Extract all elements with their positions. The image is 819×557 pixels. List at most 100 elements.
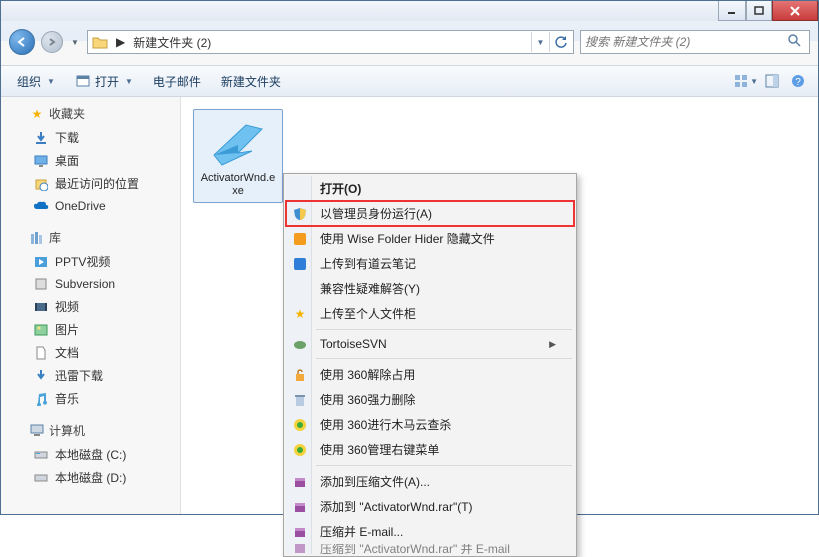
menu-separator	[316, 465, 572, 466]
download-icon	[33, 130, 49, 146]
sidebar-item-xunlei[interactable]: 迅雷下载	[1, 364, 180, 387]
menu-youdao[interactable]: 上传到有道云笔记	[286, 251, 574, 276]
sidebar-item-desktop[interactable]: 桌面	[1, 149, 180, 172]
file-item-selected[interactable]: ActivatorWnd.exe	[193, 109, 283, 203]
sidebar-item-videos[interactable]: 视频	[1, 295, 180, 318]
sidebar-item-drive-c[interactable]: 本地磁盘 (C:)	[1, 443, 180, 466]
folder-icon	[90, 32, 110, 52]
menu-compatibility[interactable]: 兼容性疑难解答(Y)	[286, 276, 574, 301]
music-icon	[33, 391, 49, 407]
sidebar-favorites-header[interactable]: ★ 收藏夹	[1, 101, 180, 126]
shield-icon	[292, 206, 308, 222]
sidebar-item-drive-d[interactable]: 本地磁盘 (D:)	[1, 466, 180, 489]
open-button[interactable]: 打开▼	[67, 69, 141, 94]
refresh-button[interactable]	[549, 32, 571, 52]
menu-wise-hide[interactable]: 使用 Wise Folder Hider 隐藏文件	[286, 226, 574, 251]
drive-icon	[33, 447, 49, 463]
menu-personal-cabinet[interactable]: ★ 上传至个人文件柜	[286, 301, 574, 326]
menu-tortoisesvn[interactable]: TortoiseSVN▶	[286, 333, 574, 355]
menu-run-as-admin[interactable]: 以管理员身份运行(A)	[286, 201, 574, 226]
menu-separator	[316, 358, 572, 359]
archive-icon	[292, 524, 308, 540]
title-bar	[1, 1, 818, 21]
address-dropdown[interactable]: ▼	[531, 32, 549, 52]
delete-icon	[292, 392, 308, 408]
menu-360-trojan-scan[interactable]: 使用 360进行木马云查杀	[286, 412, 574, 437]
menu-separator	[316, 329, 572, 330]
menu-add-to-rar[interactable]: 添加到 "ActivatorWnd.rar"(T)	[286, 494, 574, 519]
star-icon: ★	[292, 306, 308, 322]
subversion-icon	[33, 276, 49, 292]
minimize-button[interactable]	[718, 1, 746, 21]
file-label: ActivatorWnd.exe	[198, 172, 278, 198]
sidebar-item-onedrive[interactable]: OneDrive	[1, 195, 180, 217]
menu-compress-email[interactable]: 压缩并 E-mail...	[286, 519, 574, 544]
menu-360-unlock[interactable]: 使用 360解除占用	[286, 362, 574, 387]
sidebar-item-pictures[interactable]: 图片	[1, 318, 180, 341]
open-icon	[75, 73, 91, 89]
toolbar: 组织▼ 打开▼ 电子邮件 新建文件夹 ▼ ?	[1, 65, 818, 97]
organize-button[interactable]: 组织▼	[9, 69, 63, 94]
menu-360-manage-menu[interactable]: 使用 360管理右键菜单	[286, 437, 574, 462]
menu-add-archive[interactable]: 添加到压缩文件(A)...	[286, 469, 574, 494]
new-folder-button[interactable]: 新建文件夹	[213, 69, 289, 94]
view-mode-button[interactable]: ▼	[734, 69, 758, 93]
explorer-window: ▼ ▶ 新建文件夹 (2) ▼ 组织▼ 打开▼ 电子邮件 新建文件夹	[0, 0, 819, 515]
address-bar[interactable]: ▶ 新建文件夹 (2) ▼	[87, 30, 574, 54]
scan-icon	[292, 417, 308, 433]
recent-icon	[33, 176, 49, 192]
sidebar-item-documents[interactable]: 文档	[1, 341, 180, 364]
sidebar-favorites: ★ 收藏夹 下载 桌面 最近访问的位置 OneDrive	[1, 101, 180, 217]
star-icon: ★	[29, 106, 45, 122]
sidebar-item-pptv[interactable]: PPTV视频	[1, 250, 180, 273]
picture-icon	[33, 322, 49, 338]
app-icon	[207, 114, 269, 170]
youdao-icon	[292, 256, 308, 272]
sidebar-item-music[interactable]: 音乐	[1, 387, 180, 410]
sidebar-item-recent[interactable]: 最近访问的位置	[1, 172, 180, 195]
sidebar-item-subversion[interactable]: Subversion	[1, 273, 180, 295]
svg-text:?: ?	[795, 77, 801, 88]
unlock-icon	[292, 367, 308, 383]
search-box[interactable]	[580, 30, 810, 54]
maximize-button[interactable]	[746, 1, 772, 21]
menu-360-force-delete[interactable]: 使用 360强力删除	[286, 387, 574, 412]
email-button[interactable]: 电子邮件	[145, 69, 209, 94]
window-buttons	[718, 1, 818, 21]
close-button[interactable]	[772, 1, 818, 21]
preview-pane-button[interactable]	[760, 69, 784, 93]
sidebar-computer: 计算机 本地磁盘 (C:) 本地磁盘 (D:)	[1, 418, 180, 489]
nav-history-dropdown[interactable]: ▼	[69, 31, 81, 53]
download-icon	[33, 368, 49, 384]
search-icon	[787, 33, 805, 51]
navigation-row: ▼ ▶ 新建文件夹 (2) ▼	[9, 25, 810, 59]
tortoise-icon	[292, 336, 308, 352]
sidebar: ★ 收藏夹 下载 桌面 最近访问的位置 OneDrive 库 PPTV视频 Su…	[1, 97, 181, 514]
context-menu: 打开(O) 以管理员身份运行(A) 使用 Wise Folder Hider 隐…	[283, 173, 577, 557]
video-icon	[33, 254, 49, 270]
wise-icon	[292, 231, 308, 247]
search-input[interactable]	[585, 35, 787, 49]
video-icon	[33, 299, 49, 315]
archive-icon	[292, 474, 308, 490]
menu-manage-icon	[292, 442, 308, 458]
help-button[interactable]: ?	[786, 69, 810, 93]
breadcrumb-arrow[interactable]: ▶	[112, 31, 129, 53]
archive-icon	[292, 499, 308, 515]
computer-icon	[29, 423, 45, 439]
submenu-arrow-icon: ▶	[549, 339, 556, 350]
sidebar-libraries: 库 PPTV视频 Subversion 视频 图片 文档 迅雷下载 音乐	[1, 225, 180, 410]
sidebar-item-downloads[interactable]: 下载	[1, 126, 180, 149]
document-icon	[33, 345, 49, 361]
desktop-icon	[33, 153, 49, 169]
sidebar-libraries-header[interactable]: 库	[1, 225, 180, 250]
breadcrumb-folder[interactable]: 新建文件夹 (2)	[129, 31, 215, 53]
drive-icon	[33, 470, 49, 486]
library-icon	[29, 230, 45, 246]
sidebar-computer-header[interactable]: 计算机	[1, 418, 180, 443]
onedrive-icon	[33, 198, 49, 214]
back-button[interactable]	[9, 29, 35, 55]
menu-open[interactable]: 打开(O)	[286, 176, 574, 201]
menu-compress-rar-email[interactable]: 压缩到 "ActivatorWnd.rar" 并 E-mail	[286, 544, 574, 554]
forward-button[interactable]	[41, 31, 63, 53]
